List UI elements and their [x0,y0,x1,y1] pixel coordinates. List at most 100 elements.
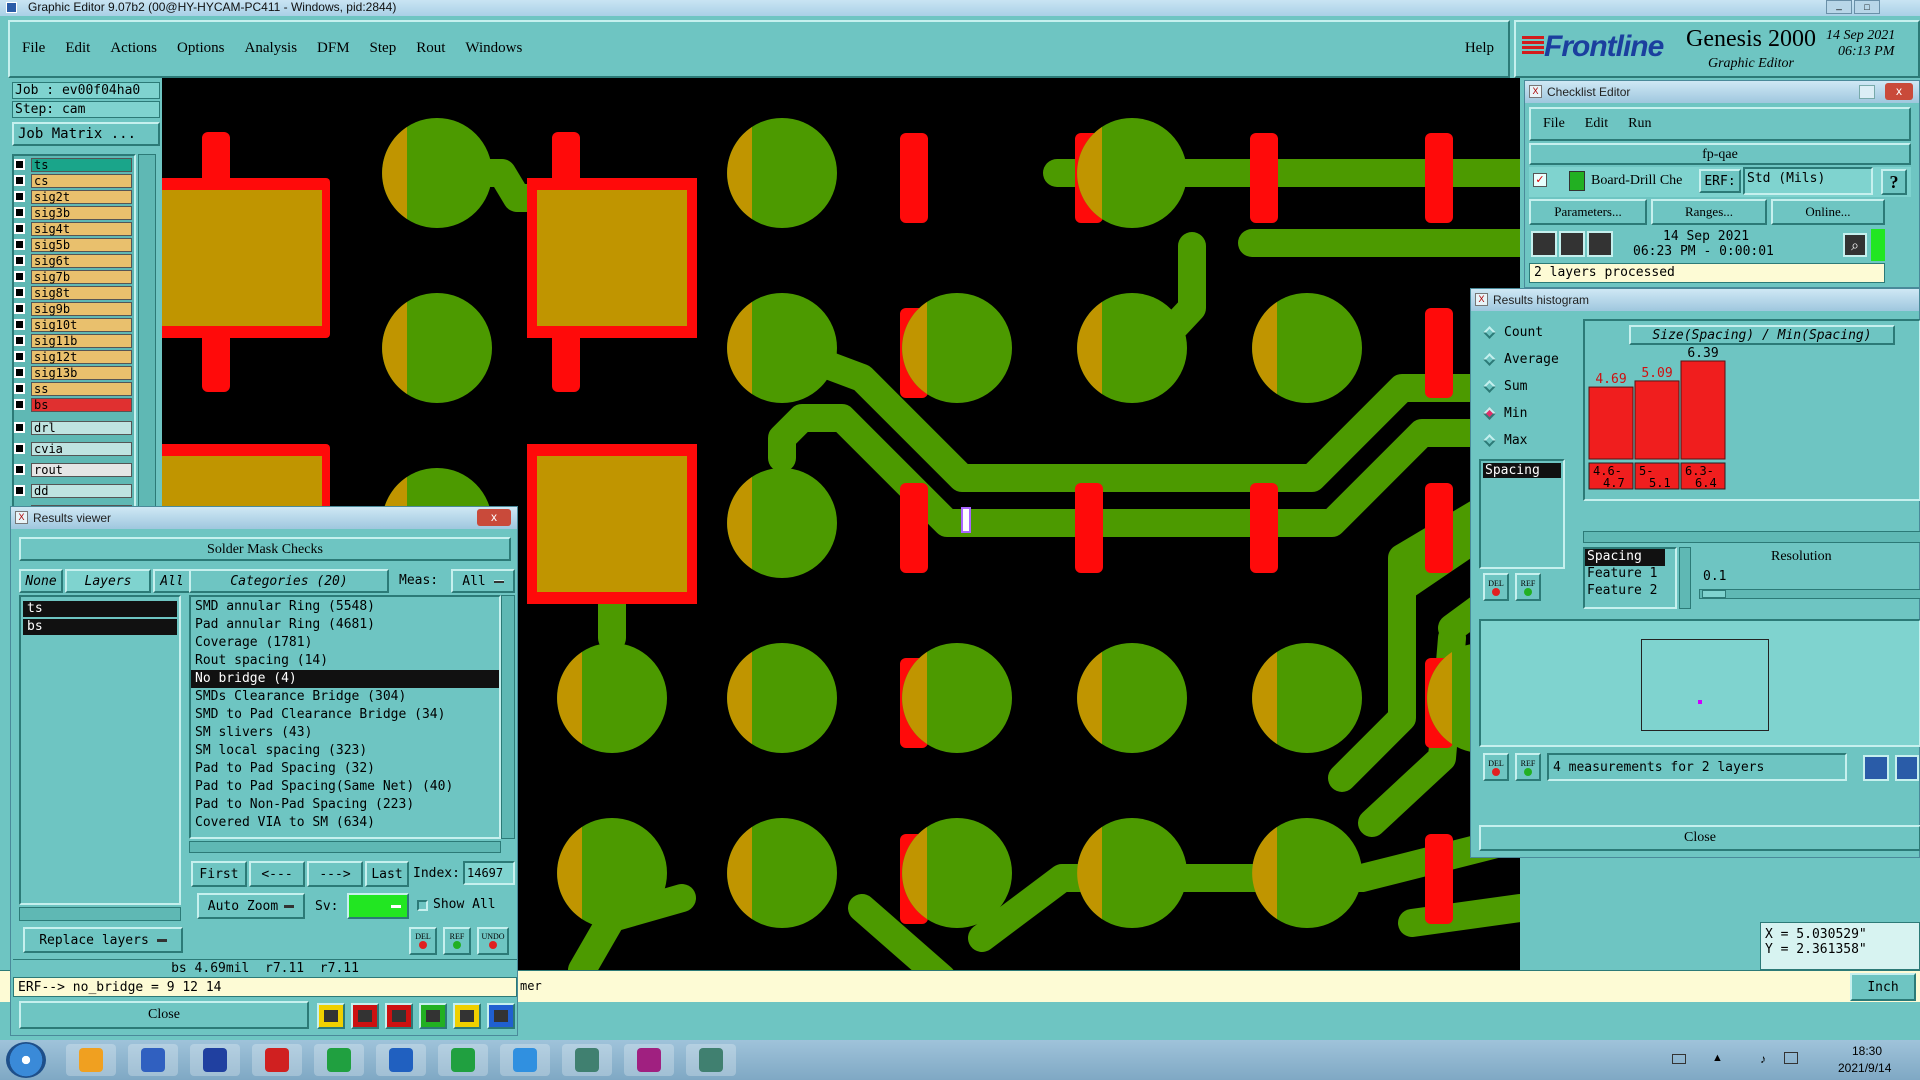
histogram-bar[interactable] [1588,386,1634,460]
histogram-icon[interactable] [487,1003,515,1029]
menu-analysis[interactable]: Analysis [245,40,298,57]
menu-help[interactable]: Help [1465,40,1494,57]
erf-value[interactable]: Std (Mils) [1743,167,1873,195]
graph-icon[interactable] [1895,755,1919,781]
category-item[interactable]: Pad to Pad Spacing (32) [191,760,499,778]
histogram-option-max[interactable]: Max [1479,427,1579,454]
preview-box[interactable] [1641,639,1769,731]
feature-item[interactable]: Feature 2 [1585,583,1675,600]
histogram-close-button[interactable]: Close [1479,825,1920,851]
maximize-icon[interactable]: □ [1854,0,1880,14]
menu-actions[interactable]: Actions [110,40,157,57]
layer-checkbox[interactable] [14,399,25,410]
export-icon[interactable] [419,1003,447,1029]
chart-hscroll[interactable] [1583,531,1920,543]
tab-layers[interactable]: Layers [65,569,151,593]
layer-row[interactable]: sig9b [14,301,132,316]
histogram-option-min[interactable]: Min [1479,400,1579,427]
index-input[interactable] [463,861,515,885]
tab-all[interactable]: All [153,569,191,593]
category-item[interactable]: SMD to Pad Clearance Bridge (34) [191,706,499,724]
run-all-icon[interactable] [1559,231,1585,257]
layer-checkbox[interactable] [14,287,25,298]
close-icon[interactable]: x [1885,83,1913,100]
result-layer-item[interactable]: ts [23,601,177,617]
layer-checkbox[interactable] [14,422,25,433]
menu-rout[interactable]: Rout [416,40,445,57]
word-icon[interactable] [376,1044,426,1076]
category-item[interactable]: SM slivers (43) [191,724,499,742]
result-layer-item[interactable]: bs [23,619,177,635]
category-item[interactable]: Pad to Non-Pad Spacing (223) [191,796,499,814]
excel-icon[interactable] [438,1044,488,1076]
meas-select[interactable]: All [451,569,515,593]
layer-checkbox[interactable] [14,443,25,454]
start-button-icon[interactable] [6,1042,46,1078]
layer-checkbox[interactable] [14,464,25,475]
layer-row[interactable]: sig3b [14,205,132,220]
close-icon[interactable]: x [477,509,511,526]
last-button[interactable]: Last [365,861,409,887]
delete-icon[interactable]: DEL [409,927,437,955]
clear-icon[interactable] [385,1003,413,1029]
category-item[interactable]: SMDs Clearance Bridge (304) [191,688,499,706]
checklist-menu-file[interactable]: File [1543,116,1565,132]
next-button[interactable]: ---> [307,861,363,887]
refresh-icon[interactable]: REF [443,927,471,955]
layer-checkbox[interactable] [14,335,25,346]
layer-scrollbar[interactable] [138,154,156,514]
layer-row[interactable]: sig2t [14,189,132,204]
histogram-list[interactable]: Spacing [1479,459,1565,569]
mark-icon[interactable] [317,1003,345,1029]
layer-checkbox[interactable] [14,159,25,170]
replace-layers-select[interactable]: Replace layers [23,927,183,953]
prev-button[interactable]: <--- [249,861,305,887]
layer-checkbox[interactable] [14,255,25,266]
menu-windows[interactable]: Windows [465,40,522,57]
checklist-parameters-button[interactable]: Parameters... [1529,199,1647,225]
app-green-icon[interactable] [314,1044,364,1076]
histogram-list-item[interactable]: Spacing [1483,463,1561,478]
network-icon[interactable] [1784,1052,1798,1064]
categories-button[interactable]: Categories (20) [189,569,389,593]
action-name[interactable]: Board-Drill Che [1591,173,1691,189]
menu-options[interactable]: Options [177,40,225,57]
layer-row[interactable]: ts [14,157,132,172]
layer-row[interactable]: sig8t [14,285,132,300]
layer-checkbox[interactable] [14,367,25,378]
checklist-ranges-button[interactable]: Ranges... [1651,199,1767,225]
layer-checkbox[interactable] [14,223,25,234]
layer-checkbox[interactable] [14,271,25,282]
menu-step[interactable]: Step [370,40,397,57]
layer-row[interactable]: sig4t [14,221,132,236]
layer-row[interactable]: sig11b [14,333,132,348]
keyboard-icon[interactable] [1672,1054,1686,1064]
menu-dfm[interactable]: DFM [317,40,350,57]
check-icon[interactable]: ✓ [1533,173,1547,187]
refresh-icon[interactable]: REF [1515,753,1541,781]
layer-row[interactable]: sig13b [14,365,132,380]
report-icon[interactable] [453,1003,481,1029]
layer-row[interactable]: rout [14,462,132,477]
export-icon[interactable] [1863,755,1889,781]
layer-row[interactable]: sig5b [14,237,132,252]
stop-icon[interactable] [1587,231,1613,257]
layer-checkbox[interactable] [14,239,25,250]
layer-checkbox[interactable] [14,191,25,202]
histogram-option-count[interactable]: Count [1479,319,1579,346]
notepad-icon[interactable] [128,1044,178,1076]
delete-icon[interactable]: DEL [1483,753,1509,781]
category-item[interactable]: Covered VIA to SM (634) [191,814,499,832]
zoom-icon[interactable]: ⌕ [1843,233,1867,257]
category-hscroll[interactable] [189,841,501,853]
eye2-icon[interactable] [686,1044,736,1076]
delete-icon[interactable]: DEL [1483,573,1509,601]
first-button[interactable]: First [191,861,247,887]
sv-color-select[interactable] [347,893,409,919]
layer-checkbox[interactable] [14,175,25,186]
unit-button[interactable]: Inch [1850,973,1916,1001]
category-item[interactable]: SMD annular Ring (5548) [191,598,499,616]
layer-row[interactable]: cs [14,173,132,188]
checklist-online-button[interactable]: Online... [1771,199,1885,225]
feature-item[interactable]: Feature 1 [1585,566,1675,583]
